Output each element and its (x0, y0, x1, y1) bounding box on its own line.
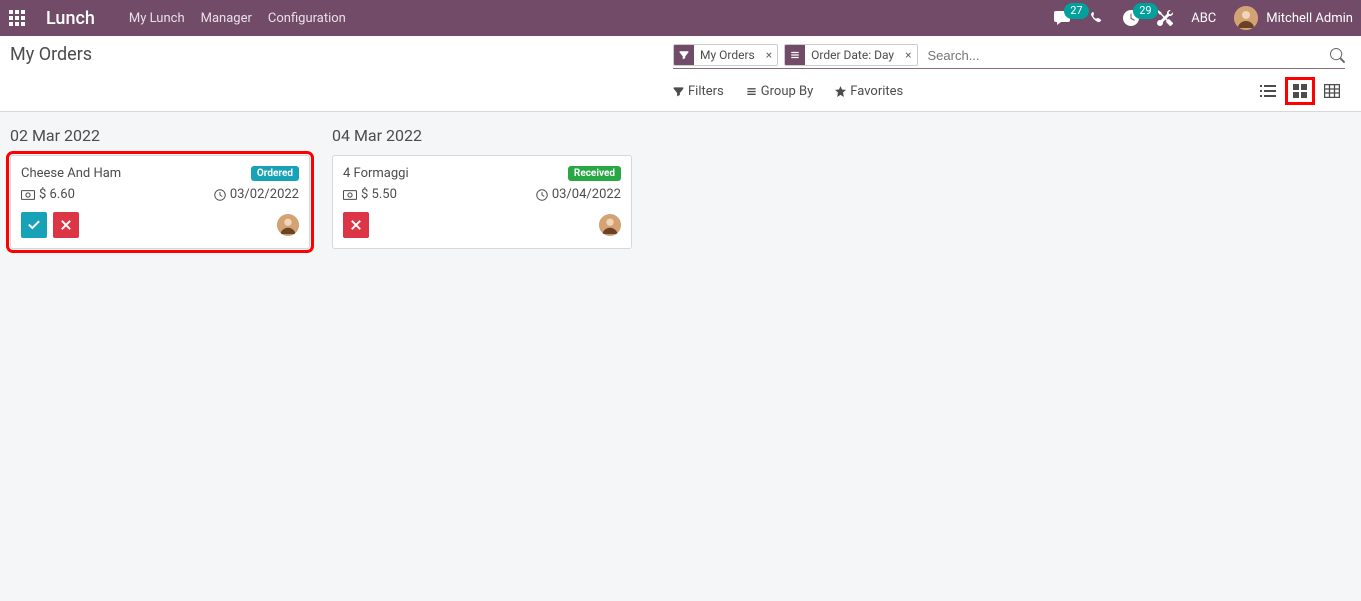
search-bar: My Orders × Order Date: Day × (673, 44, 1345, 69)
confirm-button[interactable] (21, 212, 47, 238)
money-icon (343, 190, 357, 200)
favorites-button[interactable]: Favorites (835, 84, 903, 99)
activity-count: 29 (1133, 3, 1157, 19)
kanban-view-icon[interactable] (1287, 79, 1313, 103)
facet-order-date: Order Date: Day × (784, 44, 917, 66)
apps-icon[interactable] (8, 9, 26, 27)
close-icon (61, 220, 71, 230)
user-name: Mitchell Admin (1266, 11, 1353, 26)
activity-icon[interactable]: 29 (1123, 10, 1139, 26)
brand-title[interactable]: Lunch (46, 8, 95, 29)
price-value: $ 5.50 (361, 187, 397, 202)
facet-remove[interactable]: × (761, 48, 777, 62)
kanban-column: 04 Mar 2022 4 Formaggi Received $ 5.50 0… (332, 126, 632, 249)
money-icon (21, 190, 35, 200)
chat-count: 27 (1064, 3, 1088, 19)
list-view-icon[interactable] (1255, 79, 1281, 103)
column-title: 04 Mar 2022 (332, 126, 632, 145)
top-navbar: Lunch My Lunch Manager Configuration 27 … (0, 0, 1361, 36)
user-menu[interactable]: Mitchell Admin (1234, 6, 1353, 30)
control-panel: My Orders My Orders × Order Date: Day × (0, 36, 1361, 112)
cancel-button[interactable] (343, 212, 369, 238)
groupby-label: Group By (761, 84, 814, 99)
price-value: $ 6.60 (39, 187, 75, 202)
kanban-column: 02 Mar 2022 Cheese And Ham Ordered $ 6.6… (10, 126, 310, 249)
check-icon (28, 220, 40, 230)
date-value: 03/02/2022 (230, 187, 299, 202)
nav-configuration[interactable]: Configuration (268, 11, 346, 26)
product-name: 4 Formaggi (343, 166, 409, 181)
page-title: My Orders (10, 44, 92, 65)
user-avatar-icon (277, 214, 299, 236)
nav-my-lunch[interactable]: My Lunch (129, 11, 185, 26)
nav-manager[interactable]: Manager (201, 11, 252, 26)
phone-icon[interactable] (1090, 11, 1105, 26)
clock-icon (536, 189, 548, 201)
search-input[interactable] (924, 46, 1331, 65)
filters-label: Filters (688, 84, 724, 99)
clock-icon (214, 189, 226, 201)
filters-button[interactable]: Filters (673, 84, 724, 99)
user-avatar-icon (599, 214, 621, 236)
kanban-view: 02 Mar 2022 Cheese And Ham Ordered $ 6.6… (0, 112, 1361, 263)
facet-my-orders: My Orders × (673, 44, 778, 66)
order-card[interactable]: 4 Formaggi Received $ 5.50 03/04/2022 (332, 155, 632, 249)
groupby-button[interactable]: Group By (746, 84, 814, 99)
product-name: Cheese And Ham (21, 166, 121, 181)
favorites-label: Favorites (850, 84, 903, 99)
status-badge: Ordered (251, 166, 299, 181)
messaging-icon[interactable]: 27 (1054, 10, 1072, 26)
cancel-button[interactable] (53, 212, 79, 238)
pivot-view-icon[interactable] (1319, 79, 1345, 103)
status-badge: Received (568, 166, 621, 181)
order-date: 03/02/2022 (214, 187, 299, 202)
close-icon (351, 220, 361, 230)
date-value: 03/04/2022 (552, 187, 621, 202)
nav-right: 27 29 ABC Mitchell Admin (1054, 6, 1353, 30)
search-tools: Filters Group By Favorites (673, 79, 1345, 103)
facet-label: My Orders (694, 48, 761, 62)
price: $ 5.50 (343, 187, 397, 202)
company-switcher[interactable]: ABC (1191, 11, 1216, 26)
order-card[interactable]: Cheese And Ham Ordered $ 6.60 03/02/2022 (10, 155, 310, 249)
column-title: 02 Mar 2022 (10, 126, 310, 145)
user-avatar-icon (1234, 6, 1258, 30)
groupby-icon (785, 45, 805, 65)
search-icon[interactable] (1330, 48, 1345, 63)
nav-left: Lunch My Lunch Manager Configuration (8, 8, 346, 29)
facet-label: Order Date: Day (805, 48, 900, 62)
filter-icon (674, 45, 694, 65)
debug-icon[interactable] (1157, 10, 1173, 26)
price: $ 6.60 (21, 187, 75, 202)
view-switcher (1255, 79, 1345, 103)
facet-remove[interactable]: × (900, 48, 916, 62)
order-date: 03/04/2022 (536, 187, 621, 202)
